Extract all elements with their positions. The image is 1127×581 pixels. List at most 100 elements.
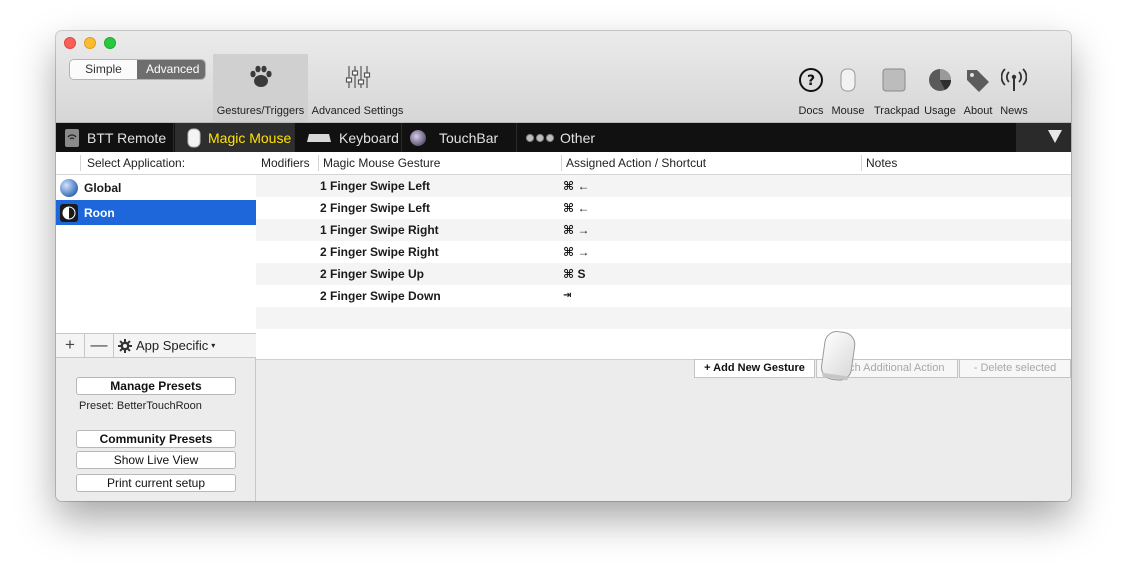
gesture-name: 2 Finger Swipe Right — [320, 245, 439, 259]
help-circle-icon: ? — [791, 65, 831, 95]
tab-magic-mouse[interactable]: Magic Mouse — [175, 123, 295, 152]
tab-btt-remote[interactable]: BTT Remote — [56, 123, 174, 152]
gesture-panel: Modifiers Magic Mouse Gesture Assigned A… — [256, 152, 1071, 501]
toolbar: Simple Advanced Gestures/Triggers Advanc… — [56, 31, 1071, 123]
table-row[interactable]: 2 Finger Swipe Left ⌘ ← — [256, 197, 1071, 219]
table-row-empty — [256, 329, 1071, 351]
gesture-table: Modifiers Magic Mouse Gesture Assigned A… — [256, 152, 1071, 360]
print-current-setup-button[interactable]: Print current setup — [76, 474, 236, 492]
app-item-roon[interactable]: Roon — [56, 200, 256, 225]
magic-mouse-icon — [187, 128, 201, 148]
svg-text:?: ? — [807, 73, 815, 89]
app-specific-dropdown[interactable]: App Specific ▾ — [114, 338, 215, 353]
column-action[interactable]: Assigned Action / Shortcut — [561, 152, 706, 174]
tab-touchbar[interactable]: TouchBar — [403, 123, 517, 152]
column-notes[interactable]: Notes — [861, 152, 897, 174]
add-application-button[interactable]: + — [56, 333, 85, 358]
touchbar-icon — [409, 129, 427, 147]
tab-touchbar-label: TouchBar — [439, 129, 499, 146]
gesture-action: ⌘ ← — [563, 201, 590, 215]
gesture-action: ⌘ → — [563, 245, 590, 259]
remote-icon — [64, 128, 80, 148]
about-button[interactable]: About — [958, 65, 998, 117]
advanced-settings-label: Advanced Settings — [311, 105, 404, 117]
app-specific-label: App Specific — [136, 338, 209, 353]
column-modifiers[interactable]: Modifiers — [256, 152, 310, 174]
about-label: About — [963, 105, 993, 117]
gesture-action: ⌘ S — [563, 267, 586, 281]
application-list-header: Select Application: — [56, 152, 256, 175]
gesture-name: 2 Finger Swipe Left — [320, 201, 431, 215]
current-preset-label: Preset: BetterTouchRoon — [79, 400, 202, 412]
table-row[interactable]: 2 Finger Swipe Up ⌘ S — [256, 263, 1071, 285]
paw-icon — [248, 64, 274, 93]
chevron-down-icon: ▾ — [211, 341, 216, 350]
manage-presets-button[interactable]: Manage Presets — [76, 377, 236, 395]
advanced-settings-tool[interactable]: Advanced Settings — [310, 54, 405, 122]
tab-magic-mouse-label: Magic Mouse — [208, 129, 292, 146]
delete-selected-button[interactable]: - Delete selected — [959, 359, 1071, 378]
trackpad-label: Trackpad — [874, 105, 920, 117]
zoom-window-button[interactable] — [104, 37, 116, 49]
tab-other[interactable]: Other — [518, 123, 598, 152]
roon-icon — [60, 203, 78, 222]
sliders-icon — [345, 64, 371, 93]
docs-label: Docs — [798, 105, 824, 117]
gesture-name: 2 Finger Swipe Up — [320, 267, 425, 281]
gesture-name: 1 Finger Swipe Right — [320, 223, 439, 237]
table-row[interactable]: 1 Finger Swipe Right ⌘ → — [256, 219, 1071, 241]
tab-keyboard[interactable]: Keyboard — [296, 123, 402, 152]
gesture-table-header: Modifiers Magic Mouse Gesture Assigned A… — [256, 152, 1071, 175]
gesture-action: ⌘ ← — [563, 179, 590, 193]
magic-mouse-icon — [819, 329, 859, 388]
keyboard-icon — [306, 133, 332, 143]
application-list-toolbar: + — App Specific ▾ — [56, 333, 256, 358]
news-button[interactable]: News — [994, 65, 1034, 117]
app-window: Simple Advanced Gestures/Triggers Advanc… — [56, 31, 1071, 501]
remove-application-button[interactable]: — — [85, 333, 114, 358]
community-presets-button[interactable]: Community Presets — [76, 430, 236, 448]
docs-button[interactable]: ? Docs — [791, 65, 831, 117]
app-item-global[interactable]: Global — [56, 175, 256, 200]
tags-icon — [958, 65, 998, 95]
table-row[interactable]: 2 Finger Swipe Down ⇥ — [256, 285, 1071, 307]
show-live-view-button[interactable]: Show Live View — [76, 451, 236, 469]
trackpad-icon — [874, 65, 914, 95]
gesture-rows: 1 Finger Swipe Left ⌘ ← 2 Finger Swipe L… — [256, 175, 1071, 351]
advanced-mode-button[interactable]: Advanced — [137, 60, 205, 79]
column-gesture[interactable]: Magic Mouse Gesture — [318, 152, 440, 174]
tab-btt-remote-label: BTT Remote — [87, 129, 167, 146]
globe-icon — [60, 178, 78, 197]
close-window-button[interactable] — [64, 37, 76, 49]
gear-icon — [118, 338, 132, 353]
app-item-label: Roon — [84, 205, 115, 220]
trackpad-button[interactable]: Trackpad — [874, 65, 920, 117]
gesture-action: ⇥ — [563, 290, 572, 301]
gestures-triggers-tool[interactable]: Gestures/Triggers — [213, 54, 308, 122]
mouse-button[interactable]: Mouse — [828, 65, 868, 117]
pie-chart-icon — [920, 65, 960, 95]
mouse-label: Mouse — [831, 105, 865, 117]
gesture-name: 2 Finger Swipe Down — [320, 289, 441, 303]
device-tab-bar: BTT Remote Magic Mouse Keyboard TouchBar… — [56, 123, 1071, 152]
tab-menu-dropdown[interactable] — [1016, 123, 1071, 152]
usage-button[interactable]: Usage — [920, 65, 960, 117]
table-row-empty — [256, 307, 1071, 329]
minimize-window-button[interactable] — [84, 37, 96, 49]
application-sidebar: Select Application: Global Roon + — App … — [56, 152, 256, 501]
tab-other-label: Other — [560, 129, 596, 146]
table-row[interactable]: 2 Finger Swipe Right ⌘ → — [256, 241, 1071, 263]
triangle-down-icon — [1047, 128, 1063, 147]
gesture-name: 1 Finger Swipe Left — [320, 179, 431, 193]
gesture-action: ⌘ → — [563, 223, 590, 237]
table-row[interactable]: 1 Finger Swipe Left ⌘ ← — [256, 175, 1071, 197]
tab-keyboard-label: Keyboard — [339, 129, 399, 146]
simple-mode-button[interactable]: Simple — [70, 60, 137, 79]
broadcast-icon — [994, 65, 1034, 95]
dots-icon — [525, 133, 555, 143]
app-item-label: Global — [84, 180, 122, 195]
add-new-gesture-button[interactable]: + Add New Gesture — [694, 359, 815, 378]
magic-mouse-icon — [828, 65, 868, 95]
news-label: News — [1000, 105, 1028, 117]
application-list: Select Application: Global Roon — [56, 152, 256, 334]
